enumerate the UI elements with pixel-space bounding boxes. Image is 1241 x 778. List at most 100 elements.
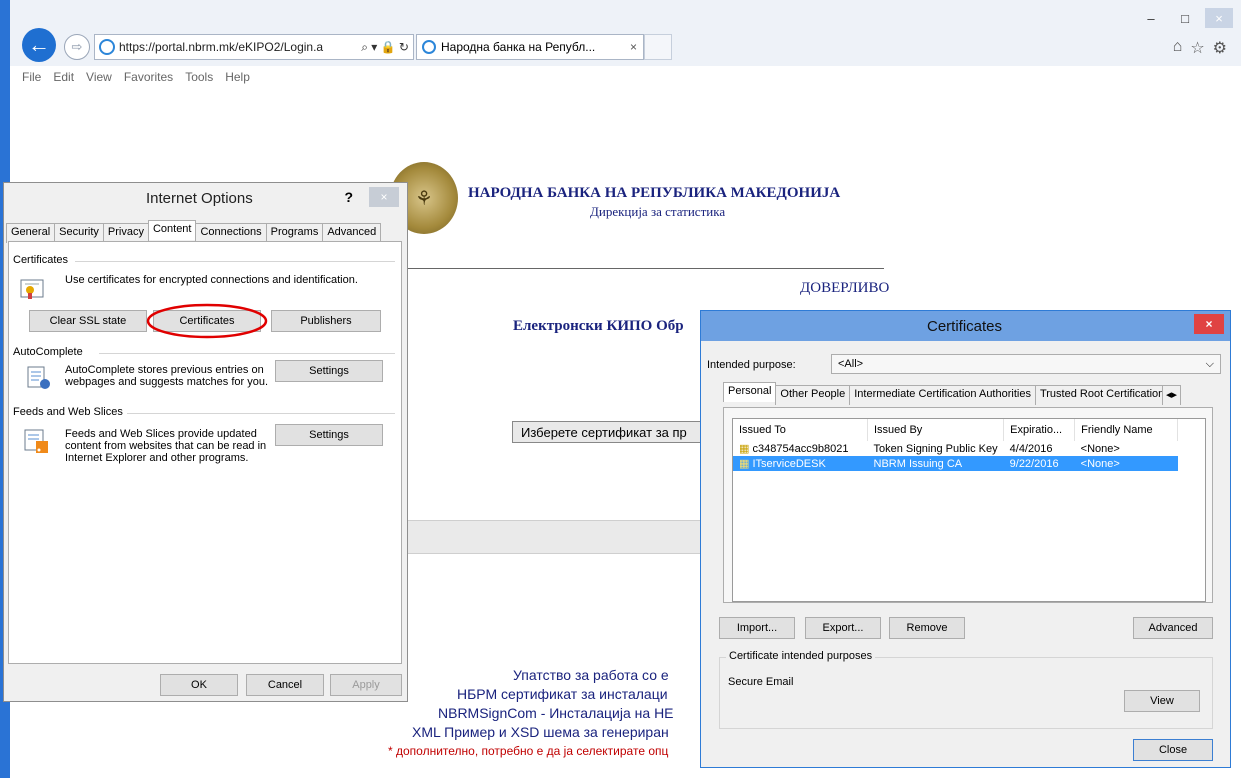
tab-intermediate-ca[interactable]: Intermediate Certification Authorities bbox=[849, 385, 1036, 405]
certificates-tabs: Personal Other People Intermediate Certi… bbox=[723, 382, 1181, 405]
autocomplete-description: AutoComplete stores previous entries on … bbox=[65, 364, 269, 388]
autocomplete-group-label: AutoComplete bbox=[13, 346, 83, 358]
expiration-cell: 4/4/2016 bbox=[1009, 442, 1053, 455]
ok-button[interactable]: OK bbox=[160, 674, 238, 696]
address-url[interactable]: https://portal.nbrm.mk/eKIPO2/Login.a bbox=[119, 40, 357, 54]
help-button[interactable]: ? bbox=[344, 189, 353, 205]
column-issued-to[interactable]: Issued To bbox=[733, 419, 868, 441]
select-certificate-button[interactable]: Изберете сертификат за пр bbox=[512, 421, 702, 443]
feeds-icon bbox=[24, 429, 48, 453]
issued-by-cell: Token Signing Public Key bbox=[873, 442, 998, 455]
app-title: Електронски КИПО Обр bbox=[513, 318, 684, 334]
highlight-circle bbox=[146, 303, 268, 339]
issued-to-cell: c348754acc9b8021 bbox=[752, 443, 849, 455]
menu-view[interactable]: View bbox=[86, 70, 112, 84]
minimize-button[interactable]: – bbox=[1137, 8, 1165, 28]
clear-ssl-state-button[interactable]: Clear SSL state bbox=[29, 310, 147, 332]
column-friendly-name[interactable]: Friendly Name bbox=[1074, 419, 1179, 441]
tab-privacy[interactable]: Privacy bbox=[102, 223, 149, 243]
confidential-label: ДОВЕРЛИВО bbox=[800, 280, 890, 296]
certificate-table: Issued To Issued By Expiratio... Friendl… bbox=[733, 419, 1179, 471]
feeds-settings-button[interactable]: Settings bbox=[275, 424, 383, 446]
menu-tools[interactable]: Tools bbox=[185, 70, 213, 84]
menu-file[interactable]: File bbox=[22, 70, 41, 84]
tab-general[interactable]: General bbox=[6, 223, 56, 243]
address-bar-icons[interactable]: ⌕ ▾ 🔒 ↻ bbox=[357, 40, 413, 55]
browser-tab[interactable]: Народна банка на Републ... × bbox=[416, 34, 644, 60]
maximize-button[interactable]: □ bbox=[1171, 8, 1199, 28]
favorites-star-icon[interactable]: ☆ bbox=[1190, 38, 1204, 58]
view-button[interactable]: View bbox=[1124, 690, 1200, 712]
intended-purpose-label: Intended purpose: bbox=[707, 359, 796, 371]
tab-programs[interactable]: Programs bbox=[265, 223, 324, 243]
link-nbrm-certificate[interactable]: НБРМ сертификат за инсталаци bbox=[457, 686, 668, 702]
ie-tab-icon bbox=[422, 40, 436, 54]
header-divider bbox=[406, 268, 884, 269]
export-button[interactable]: Export... bbox=[805, 617, 881, 639]
link-user-manual[interactable]: Упатство за работа со е bbox=[513, 667, 669, 683]
expiration-cell: 9/22/2016 bbox=[1003, 456, 1075, 471]
tab-security[interactable]: Security bbox=[54, 223, 104, 243]
window-controls: – □ × bbox=[1137, 8, 1233, 28]
certificates-close-icon[interactable]: × bbox=[1194, 314, 1224, 334]
dialog-title: Internet Options bbox=[146, 190, 253, 207]
tab-other-people[interactable]: Other People bbox=[775, 385, 851, 405]
close-button[interactable]: × bbox=[369, 187, 399, 207]
internet-options-dialog: Internet Options ? × General Security Pr… bbox=[3, 182, 408, 702]
menu-favorites[interactable]: Favorites bbox=[124, 70, 173, 84]
certificate-icon: ▦ bbox=[739, 443, 750, 455]
certificates-description: Use certificates for encrypted connectio… bbox=[65, 274, 358, 286]
tab-trusted-root[interactable]: Trusted Root Certification bbox=[1034, 385, 1163, 405]
menu-edit[interactable]: Edit bbox=[53, 70, 74, 84]
remove-button[interactable]: Remove bbox=[889, 617, 965, 639]
issued-to-cell: ITserviceDESK bbox=[752, 458, 826, 470]
table-row-selected[interactable]: ▦ ITserviceDESK NBRM Issuing CA 9/22/201… bbox=[733, 456, 1178, 471]
column-expiration[interactable]: Expiratio... bbox=[1003, 419, 1076, 441]
address-bar[interactable]: https://portal.nbrm.mk/eKIPO2/Login.a ⌕ … bbox=[94, 34, 414, 60]
close-window-button[interactable]: × bbox=[1205, 8, 1233, 28]
certificates-titlebar: Certificates × bbox=[701, 311, 1230, 341]
cancel-button[interactable]: Cancel bbox=[246, 674, 324, 696]
forward-arrow-icon: ⇨ bbox=[71, 39, 83, 54]
settings-gear-icon[interactable]: ⚙ bbox=[1213, 38, 1227, 58]
new-tab-button[interactable] bbox=[644, 34, 672, 60]
certificates-group-label: Certificates bbox=[13, 254, 69, 266]
browser-right-icons: ⌂ ☆ ⚙ bbox=[1173, 38, 1227, 58]
back-arrow-icon: ← bbox=[28, 32, 50, 57]
menu-bar: File Edit View Favorites Tools Help bbox=[22, 70, 250, 84]
directorate-subtitle: Дирекција за статистика bbox=[590, 204, 726, 219]
friendly-name-cell: <None> bbox=[1074, 456, 1178, 471]
tab-personal[interactable]: Personal bbox=[723, 382, 777, 402]
apply-button[interactable]: Apply bbox=[330, 674, 402, 696]
intended-purpose-select[interactable]: <All> ⌵ bbox=[831, 354, 1221, 374]
link-xml-sample[interactable]: XML Пример и XSD шема за генериран bbox=[412, 724, 669, 740]
certificates-dialog: Certificates × Intended purpose: <All> ⌵… bbox=[700, 310, 1231, 768]
forward-button[interactable]: ⇨ bbox=[64, 34, 90, 60]
ie-icon bbox=[99, 39, 115, 55]
home-icon[interactable]: ⌂ bbox=[1173, 38, 1183, 58]
tab-scroll-arrows[interactable]: ◂▸ bbox=[1161, 385, 1181, 405]
table-row[interactable]: ▦ c348754acc9b8021 Token Signing Public … bbox=[733, 441, 1178, 456]
intended-purpose-value: <All> bbox=[838, 358, 864, 370]
link-nbrmsigncom[interactable]: NBRMSignCom - Инсталација на НЕ bbox=[438, 705, 674, 721]
column-issued-by[interactable]: Issued By bbox=[867, 419, 1005, 441]
group-divider bbox=[99, 353, 395, 354]
import-button[interactable]: Import... bbox=[719, 617, 795, 639]
autocomplete-settings-button[interactable]: Settings bbox=[275, 360, 383, 382]
internet-options-tabs: General Security Privacy Content Connect… bbox=[6, 220, 382, 243]
certificate-list: Issued To Issued By Expiratio... Friendl… bbox=[732, 418, 1206, 602]
page-footer-band bbox=[400, 520, 700, 554]
tab-advanced[interactable]: Advanced bbox=[322, 223, 382, 243]
close-button[interactable]: Close bbox=[1133, 739, 1213, 761]
chevron-down-icon: ⌵ bbox=[1205, 358, 1214, 370]
tab-content[interactable]: Content bbox=[147, 220, 197, 240]
back-button[interactable]: ← bbox=[22, 28, 56, 62]
group-divider bbox=[127, 413, 395, 414]
advanced-button[interactable]: Advanced bbox=[1133, 617, 1213, 639]
tab-connections[interactable]: Connections bbox=[195, 223, 267, 243]
menu-help[interactable]: Help bbox=[225, 70, 250, 84]
publishers-button[interactable]: Publishers bbox=[271, 310, 381, 332]
tab-close-icon[interactable]: × bbox=[624, 40, 643, 54]
certificate-icon bbox=[20, 279, 44, 299]
intended-purposes-group: Certificate intended purposes Secure Ema… bbox=[719, 650, 1213, 729]
